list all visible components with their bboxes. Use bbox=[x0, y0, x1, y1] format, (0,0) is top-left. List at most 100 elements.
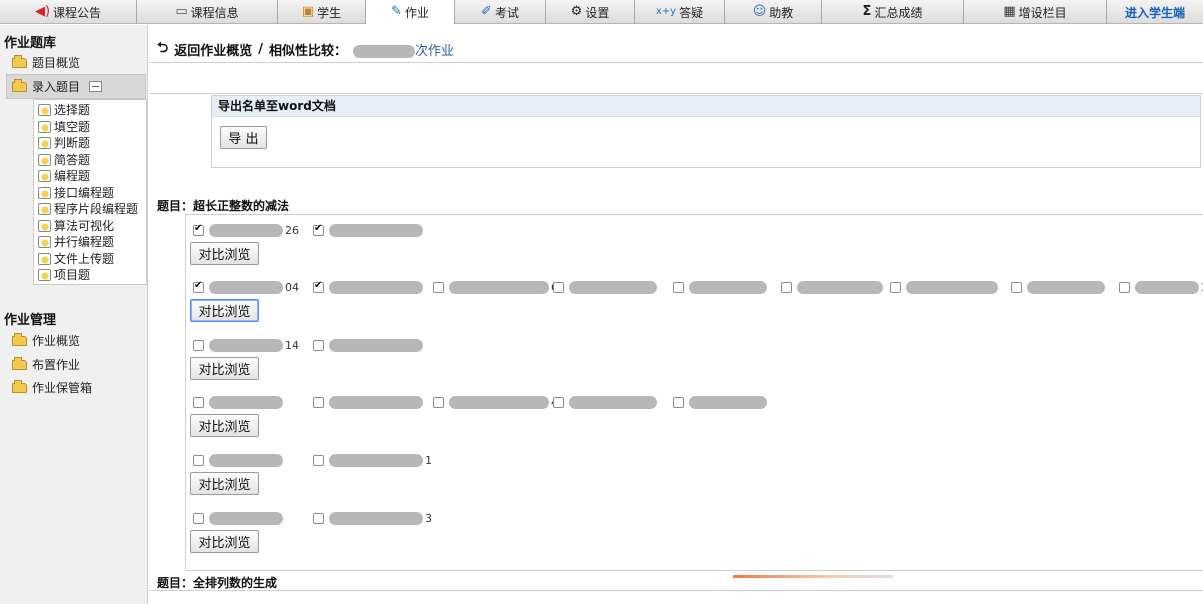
student-entry[interactable] bbox=[193, 452, 285, 468]
student-checkbox[interactable] bbox=[313, 396, 324, 408]
sidebar-item-homework-overview[interactable]: 作业概览 bbox=[12, 332, 80, 349]
document-icon bbox=[38, 202, 51, 215]
tab-announcements[interactable]: ◀) 课程公告 bbox=[0, 0, 137, 24]
document-icon bbox=[38, 120, 51, 133]
question-type-item[interactable]: 算法可视化 bbox=[38, 217, 114, 234]
student-checkbox[interactable] bbox=[313, 339, 324, 351]
sidebar-item-question-overview[interactable]: 题目概览 bbox=[12, 54, 80, 71]
sidebar-item-label: 录入题目 bbox=[32, 80, 81, 94]
question-type-item[interactable]: 文件上传题 bbox=[38, 250, 114, 267]
question-type-item[interactable]: 填空题 bbox=[38, 118, 90, 135]
student-entry[interactable]: 4 bbox=[433, 394, 558, 410]
student-entry[interactable] bbox=[193, 394, 285, 410]
question-type-item[interactable]: 简答题 bbox=[38, 151, 90, 168]
tab-settings[interactable]: ⚙ 设置 bbox=[546, 0, 635, 24]
student-checkbox[interactable] bbox=[1011, 281, 1022, 293]
student-entry[interactable] bbox=[553, 279, 659, 295]
student-portal-link[interactable]: 进入学生端 bbox=[1107, 0, 1203, 24]
tab-course-info[interactable]: ▭ 课程信息 bbox=[137, 0, 278, 24]
enter-question-row[interactable]: 录入题目 bbox=[12, 78, 103, 95]
student-checkbox[interactable] bbox=[193, 454, 204, 466]
compare-browse-button[interactable]: 对比浏览 bbox=[190, 472, 259, 495]
document-icon bbox=[38, 169, 51, 182]
tab-add-column[interactable]: ▦ 增设栏目 bbox=[964, 0, 1107, 24]
tab-summary-grades[interactable]: Σ 汇总成绩 bbox=[822, 0, 964, 24]
student-entry[interactable]: 3 bbox=[1119, 279, 1203, 295]
student-entry[interactable] bbox=[553, 394, 659, 410]
back-to-overview-link[interactable]: 返回作业概览 bbox=[174, 40, 252, 59]
compare-browse-button[interactable]: 对比浏览 bbox=[190, 299, 259, 322]
student-entry[interactable] bbox=[313, 337, 425, 353]
student-checkbox[interactable] bbox=[890, 281, 901, 293]
sidebar-item-assign-homework[interactable]: 布置作业 bbox=[12, 356, 80, 373]
compare-browse-button[interactable]: 对比浏览 bbox=[190, 242, 259, 265]
tab-qa[interactable]: x+y 答疑 bbox=[635, 0, 725, 24]
student-entry[interactable] bbox=[673, 394, 769, 410]
student-checkbox[interactable] bbox=[193, 223, 204, 236]
student-entry[interactable]: 3 bbox=[313, 510, 432, 526]
tab-label: 助教 bbox=[769, 5, 794, 20]
student-checkbox[interactable] bbox=[313, 512, 324, 524]
redacted-text bbox=[906, 280, 998, 294]
student-entry[interactable]: 26 bbox=[193, 222, 299, 238]
student-checkbox[interactable] bbox=[193, 280, 204, 293]
student-entry[interactable]: 1 bbox=[313, 452, 432, 468]
student-checkbox[interactable] bbox=[673, 396, 684, 408]
compare-browse-button[interactable]: 对比浏览 bbox=[190, 357, 259, 380]
student-checkbox[interactable] bbox=[673, 281, 684, 293]
student-checkbox[interactable] bbox=[313, 454, 324, 466]
student-checkbox[interactable] bbox=[193, 512, 204, 524]
student-checkbox[interactable] bbox=[553, 396, 564, 408]
student-checkbox[interactable] bbox=[193, 396, 204, 408]
question-type-item[interactable]: 判断题 bbox=[38, 134, 90, 151]
student-entry[interactable] bbox=[890, 279, 1000, 295]
question-type-item[interactable]: 并行编程题 bbox=[38, 233, 114, 250]
question-type-label: 判断题 bbox=[54, 136, 91, 150]
student-entry[interactable] bbox=[781, 279, 885, 295]
exam-icon: ✐ bbox=[481, 4, 492, 19]
assignment-link[interactable]: 次作业 bbox=[353, 40, 454, 59]
question-type-label: 编程题 bbox=[54, 169, 91, 183]
export-button[interactable]: 导 出 bbox=[220, 126, 267, 149]
student-entry[interactable] bbox=[313, 222, 425, 238]
student-entry[interactable] bbox=[313, 394, 425, 410]
student-id-suffix: 3 bbox=[425, 511, 432, 525]
student-checkbox[interactable] bbox=[313, 223, 324, 236]
collapse-icon[interactable] bbox=[89, 81, 103, 92]
sidebar: 作业题库 题目概览 录入题目 选择题 填空题 判断题 简答题 编程题 接口编程题… bbox=[0, 25, 148, 604]
compare-browse-button[interactable]: 对比浏览 bbox=[190, 414, 259, 437]
student-checkbox[interactable] bbox=[553, 281, 564, 293]
tab-students[interactable]: ▣ 学生 bbox=[278, 0, 366, 24]
question-type-item[interactable]: 接口编程题 bbox=[38, 184, 114, 201]
sidebar-item-homework-archive[interactable]: 作业保管箱 bbox=[12, 379, 92, 396]
student-entry[interactable] bbox=[193, 510, 285, 526]
student-checkbox[interactable] bbox=[193, 339, 204, 351]
question-type-item[interactable]: 项目题 bbox=[38, 266, 90, 283]
student-entry[interactable] bbox=[1011, 279, 1107, 295]
qa-icon: x+y bbox=[655, 6, 677, 17]
student-checkbox[interactable] bbox=[781, 281, 792, 293]
tab-homework[interactable]: ✎ 作业 bbox=[366, 0, 455, 24]
student-entry[interactable]: 04 bbox=[193, 279, 299, 295]
student-checkbox[interactable] bbox=[433, 396, 444, 408]
student-entry[interactable]: 14 bbox=[193, 337, 299, 353]
student-id-suffix: 1 bbox=[425, 453, 432, 467]
tab-exams[interactable]: ✐ 考试 bbox=[455, 0, 546, 24]
grid-icon: ▦ bbox=[1003, 4, 1016, 19]
divider bbox=[149, 590, 1203, 591]
student-checkbox[interactable] bbox=[313, 280, 324, 293]
student-name: 4 bbox=[449, 395, 558, 409]
tab-label: 考试 bbox=[494, 5, 519, 20]
student-name bbox=[209, 395, 285, 409]
student-entry[interactable] bbox=[313, 279, 425, 295]
student-entry[interactable] bbox=[673, 279, 769, 295]
tab-assistant[interactable]: ☺ 助教 bbox=[725, 0, 822, 24]
question-type-item[interactable]: 选择题 bbox=[38, 101, 90, 118]
student-checkbox[interactable] bbox=[1119, 281, 1130, 293]
question-type-item[interactable]: 编程题 bbox=[38, 167, 90, 184]
question-type-item[interactable]: 程序片段编程题 bbox=[38, 200, 138, 217]
student-entry[interactable]: 6 bbox=[433, 279, 558, 295]
student-checkbox[interactable] bbox=[433, 281, 444, 293]
compare-browse-button[interactable]: 对比浏览 bbox=[190, 530, 259, 553]
open-folder-icon bbox=[12, 78, 27, 92]
